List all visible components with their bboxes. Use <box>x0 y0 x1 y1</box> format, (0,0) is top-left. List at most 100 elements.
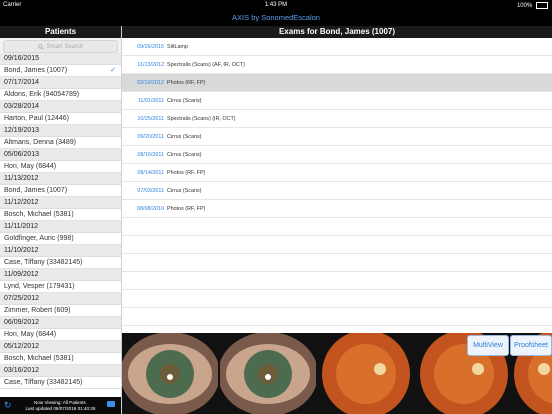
patient-name: Lynd, Vesper (179431) <box>4 283 75 290</box>
status-bar: Carrier 1:43 PM 100% <box>0 0 552 10</box>
checkmark-icon: ✓ <box>110 67 116 74</box>
empty-row <box>122 308 552 326</box>
exam-type: Cirrus (Scans) <box>167 98 202 104</box>
camera-icon[interactable] <box>107 401 115 407</box>
external-eye-photo-thumbnail[interactable] <box>122 333 218 414</box>
patient-row[interactable]: Hori, May (6844) <box>0 161 121 173</box>
patient-date-header: 11/09/2012 <box>0 269 121 281</box>
patient-name: Bosch, Michael (5381) <box>4 211 74 218</box>
exam-row[interactable]: 08/16/2011 Cirrus (Scans) <box>122 146 552 164</box>
footer-updated-text: Last updated 08/07/2016 01:40:26 <box>25 406 96 411</box>
battery-label: 100% <box>516 3 533 10</box>
patient-row[interactable]: Hori, May (6844) <box>0 329 121 341</box>
external-eye-photo-icon <box>122 333 218 414</box>
external-eye-photo-icon <box>220 333 316 414</box>
patient-name: Altmans, Denna (3489) <box>4 139 76 146</box>
exam-row[interactable]: 10/25/2011 Spectralis (Scans) (IR, OCT) <box>122 110 552 128</box>
fundus-photo-thumbnail[interactable] <box>318 333 414 414</box>
exam-row[interactable]: 08/08/2010 Photos (RF, FP) <box>122 200 552 218</box>
exam-date: 08/14/2011 <box>137 170 164 176</box>
exam-row[interactable]: 07/03/2011 Cirrus (Scans) <box>122 182 552 200</box>
empty-row <box>122 290 552 308</box>
exam-type: Cirrus (Scans) <box>167 134 202 140</box>
patient-name: Zimmer, Robert (609) <box>4 307 71 314</box>
patient-name: Harton, Paul (12446) <box>4 115 69 122</box>
patients-pane: Patients Smart Search 09/16/2015 Bond, Ja… <box>0 26 122 414</box>
patient-row[interactable]: Bond, James (1007) <box>0 185 121 197</box>
exam-date: 07/03/2011 <box>137 188 164 194</box>
patient-date-header: 05/06/2013 <box>0 149 121 161</box>
exam-date: 08/16/2011 <box>137 152 164 158</box>
left-footer: ↻ Now Viewing: All Patients. Last update… <box>0 397 121 414</box>
patient-date-header: 11/10/2012 <box>0 245 121 257</box>
exam-type: Photos (RF, FP) <box>167 80 206 86</box>
patient-row[interactable]: Bosch, Michael (5381) <box>0 209 121 221</box>
empty-row <box>122 272 552 290</box>
search-input[interactable]: Smart Search <box>3 40 118 53</box>
exam-row[interactable]: 02/10/2012 Photos (RF, FP) <box>122 74 552 92</box>
proofsheet-button[interactable]: Proofsheet <box>510 335 552 356</box>
exam-date: 08/08/2010 <box>137 206 164 212</box>
patient-row[interactable]: Harton, Paul (12446) <box>0 113 121 125</box>
exams-pane: Exams for Bond, James (1007) 09/16/2015 S… <box>122 26 552 333</box>
patient-date-header: 07/17/2014 <box>0 77 121 89</box>
battery-icon <box>536 2 548 9</box>
search-placeholder: Smart Search <box>46 43 84 50</box>
patient-name: Case, Tiffany (33482145) <box>4 379 83 386</box>
exam-list[interactable]: 09/16/2015 SlitLamp 11/13/2012 Spectralis (… <box>122 38 552 333</box>
patient-row[interactable]: Case, Tiffany (33482145) <box>0 257 121 269</box>
patient-name: Hori, May (6844) <box>4 331 57 338</box>
exams-header: Exams for Bond, James (1007) <box>122 26 552 38</box>
exam-row[interactable]: 08/14/2011 Photos (RF, FP) <box>122 164 552 182</box>
empty-row <box>122 218 552 236</box>
patients-header: Patients <box>0 26 121 38</box>
patient-date-header: 12/19/2013 <box>0 125 121 137</box>
app-title: AXIS by SonomedEscalon <box>0 10 552 26</box>
exam-date: 11/13/2012 <box>137 62 164 68</box>
patient-date-header: 03/28/2014 <box>0 101 121 113</box>
patient-name: Hori, May (6844) <box>4 163 57 170</box>
exam-date: 09/20/2011 <box>137 134 164 140</box>
empty-row <box>122 236 552 254</box>
exam-row[interactable]: 09/16/2015 SlitLamp <box>122 38 552 56</box>
patient-date-header: 11/12/2012 <box>0 197 121 209</box>
patient-row[interactable]: Zimmer, Robert (609) <box>0 305 121 317</box>
patient-name: Goldfinger, Auric (998) <box>4 235 74 242</box>
patient-row[interactable]: Bosch, Michael (5381) <box>0 353 121 365</box>
exam-row[interactable]: 11/13/2012 Spectralis (Scans) (AF, IR, OC… <box>122 56 552 74</box>
exam-row[interactable]: 09/20/2011 Cirrus (Scans) <box>122 128 552 146</box>
patient-row[interactable]: Goldfinger, Auric (998) <box>0 233 121 245</box>
exam-type: Photos (RF, FP) <box>167 206 206 212</box>
patient-list[interactable]: 09/16/2015 Bond, James (1007) ✓ 07/17/2014 A… <box>0 53 121 398</box>
patient-date-header: 11/11/2012 <box>0 221 121 233</box>
patient-name: Case, Tiffany (33482145) <box>4 259 83 266</box>
fundus-photo-icon <box>318 333 414 414</box>
exam-date: 09/16/2015 <box>137 44 164 50</box>
multiview-button[interactable]: MultiView <box>467 335 509 356</box>
clock: 1:43 PM <box>264 2 288 8</box>
patient-date-header: 07/25/2012 <box>0 293 121 305</box>
battery-indicator: 100% <box>517 2 548 9</box>
patient-date-header: 06/09/2012 <box>0 317 121 329</box>
exam-type: Cirrus (Scans) <box>167 152 202 158</box>
exam-row[interactable]: 11/01/2011 Cirrus (Scans) <box>122 92 552 110</box>
exam-date: 10/25/2011 <box>137 116 164 122</box>
patient-name: Bond, James (1007) <box>4 67 68 74</box>
patient-date-header: 03/16/2012 <box>0 365 121 377</box>
exam-type: Spectralis (Scans) (AF, IR, OCT) <box>167 62 245 68</box>
exam-type: SlitLamp <box>167 44 188 50</box>
patient-date-header: 09/16/2015 <box>0 53 121 65</box>
patient-row[interactable]: Aldons, Erik (94054789) <box>0 89 121 101</box>
patient-row[interactable]: Lynd, Vesper (179431) <box>0 281 121 293</box>
patient-row[interactable]: Bond, James (1007) ✓ <box>0 65 121 77</box>
patient-date-header: 05/12/2012 <box>0 341 121 353</box>
patient-row[interactable]: Altmans, Denna (3489) <box>0 137 121 149</box>
exam-date: 02/10/2012 <box>137 80 164 86</box>
patient-name: Aldons, Erik (94054789) <box>4 91 80 98</box>
search-icon <box>37 43 44 50</box>
external-eye-photo-thumbnail[interactable] <box>220 333 316 414</box>
patient-row[interactable]: Case, Tiffany (33482145) <box>0 377 121 389</box>
exam-type: Photos (RF, FP) <box>167 170 206 176</box>
patient-date-header: 11/13/2012 <box>0 173 121 185</box>
patient-name: Bosch, Michael (5381) <box>4 355 74 362</box>
